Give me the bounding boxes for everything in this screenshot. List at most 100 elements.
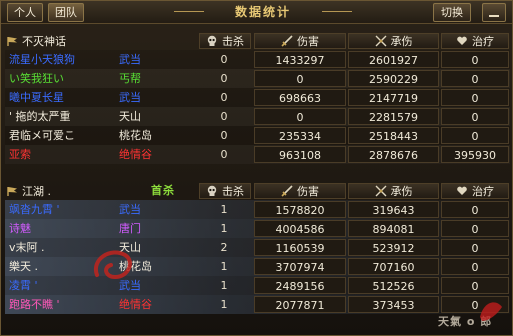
player-sect: 武当: [119, 279, 141, 292]
player-kills: 0: [220, 53, 228, 66]
player-row[interactable]: 流星小天狼狗 武当 0 1433297 2601927 0: [5, 50, 510, 69]
player-sect: 天山: [119, 110, 141, 123]
team-header: 江湖 . 首杀 击杀 伤害 承伤 治疗: [5, 182, 510, 200]
player-name: 君临メ可爱こ: [9, 129, 75, 142]
heal-header: 治疗: [441, 33, 509, 49]
minimize-icon: [489, 15, 499, 17]
player-name: 曦中夏长星: [9, 91, 64, 104]
player-row[interactable]: 曦中夏长星 武当 0 698663 2147719 0: [5, 88, 510, 107]
player-heal: 0: [441, 108, 509, 125]
player-kills: 0: [220, 110, 228, 123]
player-taken: 319643: [348, 201, 439, 218]
player-heal: 0: [441, 89, 509, 106]
player-damage: 2077871: [254, 296, 346, 313]
player-name: 飒沓九霄 ': [9, 203, 60, 216]
player-sect: 武当: [119, 91, 141, 104]
player-heal: 0: [441, 70, 509, 87]
player-list: 飒沓九霄 ' 武当 1 1578820 319643 0 诗魅 唐门 1 4004586 89408…: [5, 200, 510, 314]
player-damage: 1160539: [254, 239, 346, 256]
player-row[interactable]: 诗魅 唐门 1 4004586 894081 0: [5, 219, 510, 238]
player-row[interactable]: 樂天 . 桃花岛 1 3707974 707160 0: [5, 257, 510, 276]
player-name: い笑我狂い: [9, 72, 64, 85]
title-bar: 个人 团队 数据统计 切换: [1, 1, 512, 24]
player-kills: 1: [220, 298, 228, 311]
player-heal: 0: [441, 220, 509, 237]
player-heal: 0: [441, 296, 509, 313]
player-name: 跑路不瞧 ': [9, 298, 60, 311]
player-heal: 395930: [441, 146, 509, 163]
player-sect: 桃花岛: [119, 129, 152, 142]
player-sect: 武当: [119, 203, 141, 216]
skull-icon: [207, 35, 217, 46]
kills-header: 击杀: [199, 33, 251, 49]
damage-header: 伤害: [254, 183, 346, 199]
player-kills: 0: [220, 72, 228, 85]
tab-team[interactable]: 团队: [48, 3, 84, 22]
heal-header: 治疗: [441, 183, 509, 199]
player-name: v末阿 .: [9, 241, 45, 254]
player-taken: 894081: [348, 220, 439, 237]
player-sect: 丐帮: [119, 72, 141, 85]
team-header: 不灭神话 击杀 伤害 承伤 治疗: [5, 32, 510, 50]
player-kills: 0: [220, 129, 228, 142]
heal-header-label: 治疗: [472, 35, 494, 48]
player-row[interactable]: 亚索 绝情谷 0 963108 2878676 395930: [5, 145, 510, 164]
taken-header: 承伤: [348, 33, 439, 49]
taken-header: 承伤: [348, 183, 439, 199]
crossed-swords-icon: [375, 185, 386, 197]
player-damage: 3707974: [254, 258, 346, 275]
heart-hand-icon: [457, 36, 467, 45]
stats-window: 个人 团队 数据统计 切换 不灭神话 击杀 伤害 承伤 治疗 流星小天狼狗 武当…: [0, 0, 513, 336]
player-heal: 0: [441, 201, 509, 218]
player-taken: 707160: [348, 258, 439, 275]
player-kills: 1: [220, 203, 228, 216]
player-row[interactable]: 跑路不瞧 ' 绝情谷 1 2077871 373453 0: [5, 295, 510, 314]
signature-watermark: 天氣 o 郎: [438, 315, 493, 328]
player-sect: 天山: [119, 241, 141, 254]
player-heal: 0: [441, 127, 509, 144]
flag-icon: [7, 36, 17, 46]
player-taken: 2147719: [348, 89, 439, 106]
player-row[interactable]: 飒沓九霄 ' 武当 1 1578820 319643 0: [5, 200, 510, 219]
damage-header-label: 伤害: [297, 185, 319, 198]
kills-header-label: 击杀: [222, 35, 244, 48]
flag-icon: [7, 186, 17, 196]
player-heal: 0: [441, 239, 509, 256]
player-name: ' 拖的太严重: [9, 110, 71, 123]
tab-personal[interactable]: 个人: [7, 3, 43, 22]
player-row[interactable]: ' 拖的太严重 天山 0 0 2281579 0: [5, 107, 510, 126]
player-row[interactable]: v末阿 . 天山 2 1160539 523912 0: [5, 238, 510, 257]
player-taken: 2281579: [348, 108, 439, 125]
player-name: 樂天 .: [9, 260, 38, 273]
switch-button[interactable]: 切换: [433, 3, 471, 22]
player-taken: 373453: [348, 296, 439, 313]
player-row[interactable]: 凌霄 ' 武当 1 2489156 512526 0: [5, 276, 510, 295]
player-kills: 1: [220, 222, 228, 235]
player-sect: 绝情谷: [119, 148, 152, 161]
player-damage: 2489156: [254, 277, 346, 294]
first-kill-stamp: 首杀: [151, 184, 175, 197]
player-taken: 2601927: [348, 51, 439, 68]
player-sect: 武当: [119, 53, 141, 66]
player-row[interactable]: 君临メ可爱こ 桃花岛 0 235334 2518443 0: [5, 126, 510, 145]
crossed-swords-icon: [375, 35, 386, 47]
taken-header-label: 承伤: [390, 185, 413, 198]
player-row[interactable]: い笑我狂い 丐帮 0 0 2590229 0: [5, 69, 510, 88]
player-name: 流星小天狼狗: [9, 53, 75, 66]
team-section-2: 江湖 . 首杀 击杀 伤害 承伤 治疗 飒沓九霄 ' 武当 1 1578820 3196…: [5, 182, 510, 314]
player-sect: 绝情谷: [119, 298, 152, 311]
player-taken: 2878676: [348, 146, 439, 163]
player-kills: 1: [220, 279, 228, 292]
minimize-button[interactable]: [482, 3, 506, 22]
damage-header: 伤害: [254, 33, 346, 49]
player-kills: 0: [220, 148, 228, 161]
player-taken: 2590229: [348, 70, 439, 87]
team-name-row: 不灭神话: [5, 33, 193, 49]
player-damage: 0: [254, 108, 346, 125]
player-heal: 0: [441, 51, 509, 68]
player-heal: 0: [441, 277, 509, 294]
player-taken: 523912: [348, 239, 439, 256]
window-title: 数据统计: [174, 4, 352, 20]
heal-header-label: 治疗: [472, 185, 494, 198]
kills-header: 击杀: [199, 183, 251, 199]
